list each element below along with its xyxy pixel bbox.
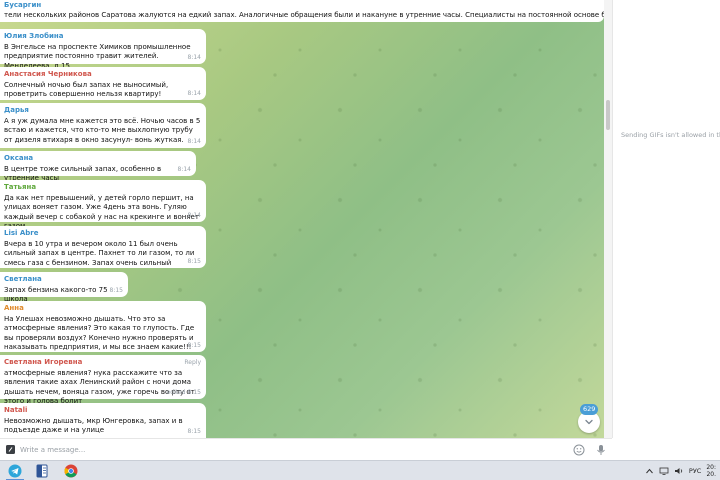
reply-button[interactable]: Reply <box>184 358 201 368</box>
message-time: 8:15 <box>187 427 201 435</box>
message-sender[interactable]: Lisi Abre <box>4 229 201 239</box>
message-text: Вчера в 10 утра и вечером около 11 был о… <box>4 239 195 267</box>
message-bubble[interactable]: Татьяна Да как нет превышений, у детей г… <box>0 180 206 230</box>
message-sender[interactable]: Бусаргин <box>4 0 600 10</box>
taskbar-telegram[interactable] <box>0 461 30 480</box>
message-sender[interactable]: Татьяна <box>4 183 201 193</box>
voice-message-button[interactable] <box>590 439 612 461</box>
message-bubble[interactable]: Natali Невозможно дышать, мкр Юнгеровка,… <box>0 403 206 438</box>
message-sender[interactable]: Анастасия Черникова <box>4 70 201 80</box>
message-composer <box>0 438 612 460</box>
taskbar-document[interactable] <box>27 461 57 480</box>
message-sender[interactable]: Natali <box>4 406 201 416</box>
message-time: 8:14 <box>177 165 191 173</box>
clock[interactable]: 20: 20. <box>706 464 716 478</box>
message-time: 8:14 <box>187 53 201 61</box>
emoji-button[interactable] <box>568 439 590 461</box>
message-time: 8:15 <box>109 286 123 294</box>
gif-restriction-notice: Sending GIFs isn't allowed in this gr <box>621 131 720 139</box>
clock-date: 20. <box>706 471 716 478</box>
message-bubble[interactable]: Анна На Улешах невозможно дышать. Что эт… <box>0 301 206 352</box>
language-indicator[interactable]: РУС <box>689 467 701 475</box>
message-bubble[interactable]: Дарья А я уж думала мне кажется это всё.… <box>0 103 206 148</box>
chevron-up-icon[interactable] <box>645 467 654 475</box>
clock-time: 20: <box>706 464 716 471</box>
message-bubble[interactable]: Светлана Запах бензина какого-то 75 школ… <box>0 272 128 303</box>
message-bubble[interactable]: Анастасия Черникова Солнечный ночью был … <box>0 67 206 100</box>
smiley-icon <box>573 444 585 455</box>
message-time: 8:14 <box>187 89 201 97</box>
message-input[interactable] <box>20 445 568 454</box>
message-sender[interactable]: Дарья <box>4 106 201 116</box>
chrome-icon <box>64 464 78 478</box>
message-sender[interactable]: Светлана Игоревна <box>4 358 201 368</box>
telegram-icon <box>8 464 22 478</box>
chevron-down-icon <box>585 419 593 425</box>
message-sender[interactable]: Анна <box>4 304 201 314</box>
taskbar-chrome[interactable] <box>56 461 86 480</box>
message-sender[interactable]: Оксана <box>4 154 191 164</box>
message-sender[interactable]: Юлия Злобина <box>4 32 201 42</box>
message-bubble[interactable]: Юлия Злобина В Энгельсе на проспекте Хим… <box>0 29 206 70</box>
message-time: 8:15 <box>187 257 201 265</box>
message-text: На Улешах невозможно дышать. Что это за … <box>4 314 195 352</box>
message-text: Невозможно дышать, мкр Юнгеровка, запах … <box>4 416 183 435</box>
message-bubble[interactable]: Lisi Abre Вчера в 10 утра и вечером окол… <box>0 226 206 268</box>
message-time: 8:14 <box>187 137 201 145</box>
chat-area[interactable]: Бусаргин тели нескольких районов Саратов… <box>0 0 604 438</box>
microphone-icon <box>597 444 605 455</box>
message-time: edited 8:15 <box>166 388 201 396</box>
document-icon <box>36 464 48 478</box>
taskbar: РУС 20: 20. <box>0 460 720 480</box>
message-bubble[interactable]: Оксана В центре тоже сильный запах, особ… <box>0 151 196 182</box>
message-bubble[interactable]: Светлана Игоревна Reply атмосферные явле… <box>0 355 206 405</box>
speaker-icon[interactable] <box>674 467 684 475</box>
unread-count-badge: 629 <box>580 404 599 415</box>
side-panel: Sending GIFs isn't allowed in this gr <box>612 0 720 438</box>
system-tray: РУС 20: 20. <box>645 461 716 480</box>
message-sender[interactable]: Светлана <box>4 275 123 285</box>
message-text: Солнечный ночью был запах не выносимый, … <box>4 80 169 99</box>
scrollbar-thumb[interactable] <box>606 100 610 130</box>
message-time: 8:14 <box>187 211 201 219</box>
paperclip-icon <box>5 445 15 454</box>
monitor-icon[interactable] <box>659 467 669 475</box>
message-text: А я уж думала мне кажется это всё. Ночью… <box>4 116 201 144</box>
message-text: тели нескольких районов Саратова жалуютс… <box>4 11 604 19</box>
chat-scrollbar[interactable] <box>604 0 612 438</box>
message-time: 8:15 <box>187 341 201 349</box>
message-bubble-partial[interactable]: Бусаргин тели нескольких районов Саратов… <box>0 0 604 22</box>
attach-button[interactable] <box>0 439 20 461</box>
